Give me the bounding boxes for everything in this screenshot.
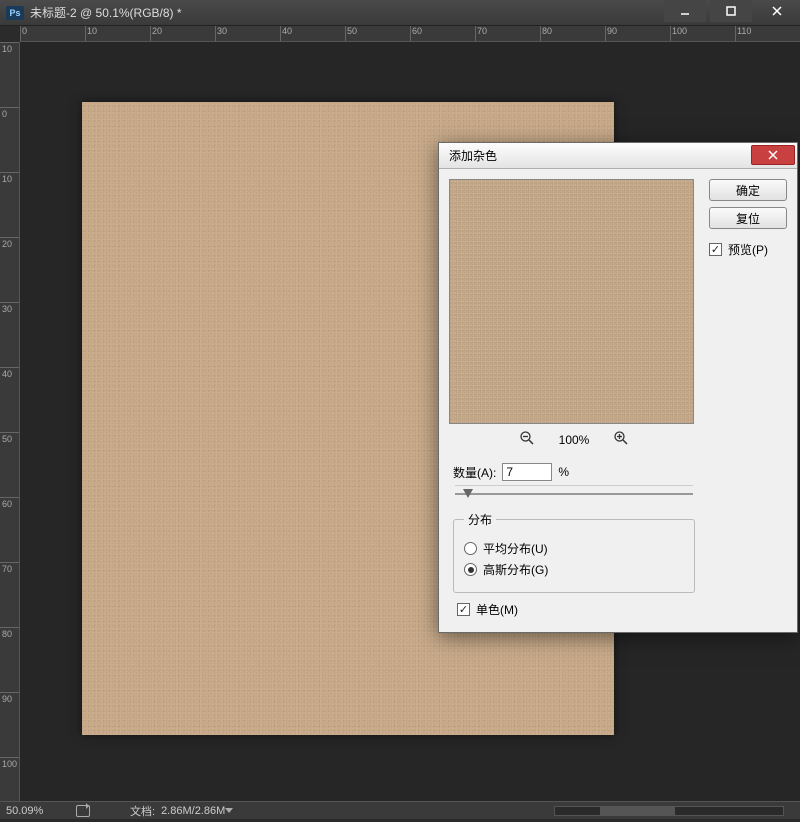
monochrome-checkbox[interactable] (457, 603, 470, 616)
distribution-legend: 分布 (464, 511, 496, 528)
horizontal-scrollbar[interactable] (554, 806, 784, 816)
amount-slider-thumb[interactable] (463, 489, 473, 498)
zoom-level[interactable]: 50.09% (6, 805, 76, 817)
add-noise-dialog: 添加杂色 100% 数量(A): % (438, 142, 798, 633)
preview-label: 预览(P) (728, 241, 768, 258)
minimize-button[interactable] (664, 0, 706, 22)
amount-unit: % (558, 465, 569, 479)
preview-zoom-label: 100% (559, 433, 590, 447)
app-titlebar: Ps 未标题-2 @ 50.1%(RGB/8) * (0, 0, 800, 26)
preview-checkbox[interactable] (709, 243, 722, 256)
dialog-close-button[interactable] (751, 145, 795, 165)
dialog-title: 添加杂色 (449, 147, 751, 164)
noise-preview[interactable] (449, 179, 694, 424)
uniform-radio[interactable] (464, 542, 477, 555)
window-close-button[interactable] (756, 0, 798, 22)
ruler-horizontal: 0 10 20 30 40 50 60 70 80 90 100 110 (20, 26, 800, 42)
doc-info-dropdown-icon[interactable] (225, 808, 233, 813)
ruler-vertical: 10 0 10 20 30 40 50 60 70 80 90 100 (0, 42, 20, 801)
reset-button[interactable]: 复位 (709, 207, 787, 229)
ok-button[interactable]: 确定 (709, 179, 787, 201)
gaussian-radio[interactable] (464, 563, 477, 576)
window-controls (662, 0, 800, 25)
horizontal-scrollbar-thumb[interactable] (600, 807, 675, 815)
gaussian-radio-label: 高斯分布(G) (483, 561, 548, 578)
dialog-titlebar[interactable]: 添加杂色 (439, 143, 797, 169)
status-bar: 50.09% 文档: 2.86M/2.86M (0, 801, 800, 819)
amount-input[interactable] (502, 463, 552, 481)
doc-info-label: 文档: (130, 803, 155, 819)
document-title: 未标题-2 @ 50.1%(RGB/8) * (30, 4, 662, 21)
amount-slider[interactable] (455, 485, 693, 501)
maximize-button[interactable] (710, 0, 752, 22)
uniform-radio-label: 平均分布(U) (483, 540, 548, 557)
status-export-icon[interactable] (76, 805, 90, 817)
app-icon: Ps (6, 6, 24, 20)
zoom-in-icon[interactable] (613, 430, 629, 449)
doc-info-value: 2.86M/2.86M (161, 805, 225, 817)
monochrome-label: 单色(M) (476, 601, 518, 618)
zoom-out-icon[interactable] (519, 430, 535, 449)
distribution-group: 分布 平均分布(U) 高斯分布(G) (453, 511, 695, 593)
amount-label: 数量(A): (453, 464, 496, 481)
